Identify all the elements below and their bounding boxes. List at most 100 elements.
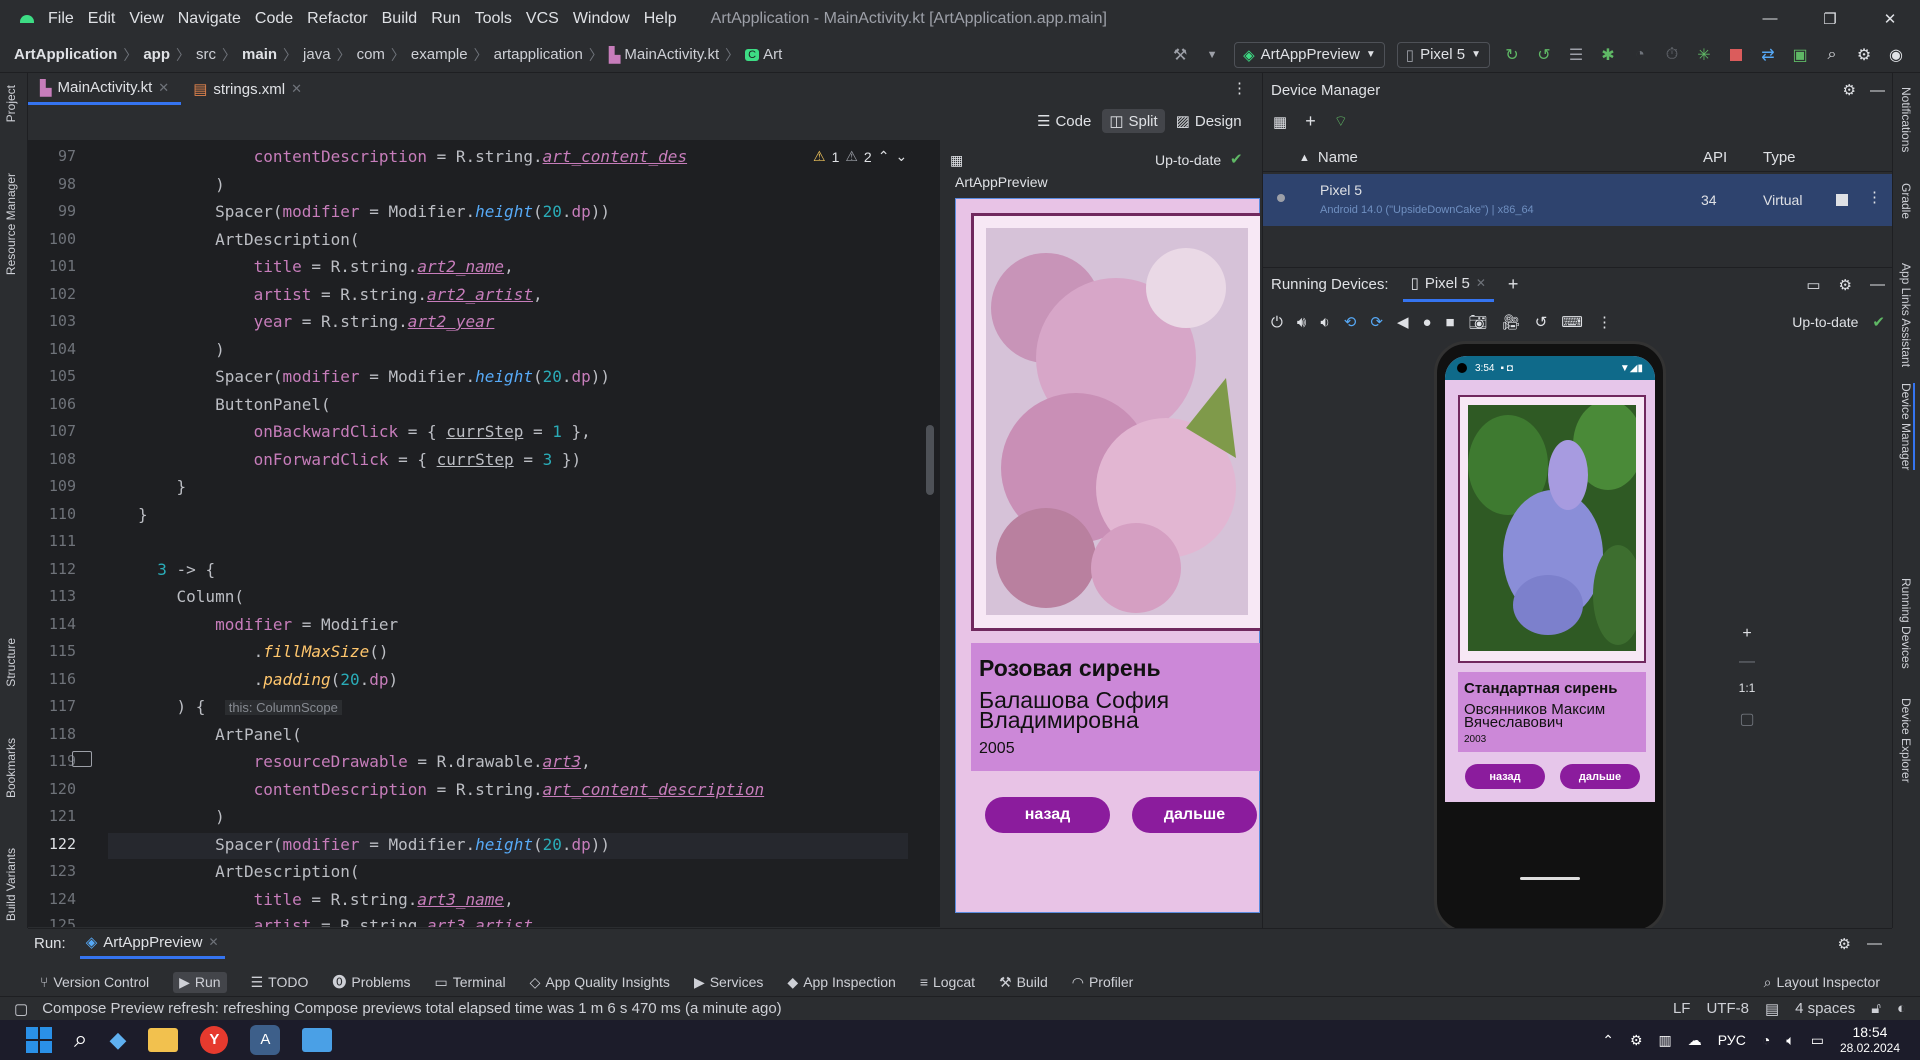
apply-changes-icon[interactable]: ↺ (1533, 44, 1555, 66)
tool-structure[interactable]: Structure (4, 638, 18, 687)
wifi-pair-icon[interactable]: ⌔ (1334, 112, 1348, 131)
tool-device-explorer[interactable]: Device Explorer (1899, 698, 1913, 783)
tool-project[interactable]: Project (4, 85, 18, 122)
stop-icon[interactable] (1725, 44, 1747, 66)
tool-app-links[interactable]: App Links Assistant (1899, 263, 1913, 367)
device-row-pixel5[interactable]: Pixel 5 Android 14.0 ("UpsideDownCake") … (1263, 174, 1893, 226)
split-mode-button[interactable]: ◫ Split (1102, 109, 1165, 133)
tab-build[interactable]: ⚒ Build (999, 974, 1048, 991)
tab-strings-xml[interactable]: ▤ strings.xml ✕ (181, 73, 314, 105)
image-gutter-icon[interactable] (72, 751, 92, 767)
menu-help[interactable]: Help (644, 10, 677, 28)
indent-setting[interactable]: 4 spaces (1795, 1000, 1855, 1017)
run-config-tab[interactable]: ◈ ArtAppPreview ✕ (79, 929, 225, 959)
battery-icon[interactable]: ▭ (1811, 1032, 1824, 1049)
overview-icon[interactable]: ■ (1446, 314, 1455, 331)
tray-cloud-icon[interactable]: ☁ (1688, 1032, 1702, 1049)
language-indicator[interactable]: РУС (1718, 1032, 1746, 1048)
settings-icon[interactable]: ⚙ (1839, 276, 1852, 294)
tool-running-devices[interactable]: Running Devices (1899, 578, 1913, 669)
more-icon[interactable]: ⋮ (1597, 313, 1612, 331)
search-icon[interactable]: ⌕ (1821, 44, 1843, 66)
settings-icon[interactable]: ⚙ (1853, 44, 1875, 66)
minimize-panel-icon[interactable]: — (1870, 82, 1885, 99)
file-encoding[interactable]: UTF-8 (1706, 1000, 1749, 1017)
line-separator[interactable]: LF (1673, 1000, 1691, 1017)
breadcrumb-com[interactable]: com (357, 46, 385, 63)
attach-debugger-icon[interactable]: ✳ (1693, 44, 1715, 66)
lock-icon[interactable]: 🔓︎ (1871, 1000, 1881, 1017)
menu-view[interactable]: View (129, 10, 163, 28)
breadcrumb-artapplication[interactable]: artapplication (494, 46, 583, 63)
menu-tools[interactable]: Tools (475, 10, 512, 28)
tool-device-manager[interactable]: Device Manager (1899, 383, 1915, 471)
home-icon[interactable]: ● (1422, 314, 1431, 331)
copilot-icon[interactable]: ◆ (109, 1027, 126, 1053)
memory-indicator-icon[interactable]: ◐ (1897, 1000, 1906, 1017)
snapshot-icon[interactable]: ↺ (1535, 313, 1548, 331)
back-nav-icon[interactable]: ◀ (1397, 313, 1409, 331)
rerun-icon[interactable]: ↻ (1501, 44, 1523, 66)
design-mode-button[interactable]: ▨ Design (1169, 109, 1249, 133)
settings-icon[interactable]: ⚙ (1843, 81, 1856, 99)
zoom-fit-icon[interactable]: ▢ (1733, 709, 1761, 737)
close-tab-icon[interactable]: ✕ (291, 81, 302, 97)
settings-icon[interactable]: ⚙ (1838, 935, 1851, 953)
restore-icon[interactable]: ❐ (1800, 10, 1860, 28)
profile-icon[interactable]: ◔ (1629, 44, 1651, 66)
hammer-icon[interactable]: ⚒ (1169, 44, 1191, 66)
minimize-icon[interactable]: — (1740, 10, 1800, 27)
tab-profiler[interactable]: ◠ Profiler (1072, 974, 1134, 991)
code-editor[interactable]: 97 98 99 100 101 102 103 104 105 106 107… (28, 140, 940, 927)
zoom-in-icon[interactable]: + (1733, 625, 1761, 653)
power-icon[interactable]: ⏻ (1271, 314, 1283, 331)
tab-mainactivity[interactable]: ▙ MainActivity.kt ✕ (28, 73, 182, 105)
device-mirror-icon[interactable]: ▣ (1789, 44, 1811, 66)
yandex-browser-icon[interactable]: Y (200, 1026, 229, 1054)
menu-window[interactable]: Window (573, 10, 630, 28)
account-icon[interactable]: ◉ (1885, 44, 1907, 66)
tab-logcat[interactable]: ≡ Logcat (920, 974, 975, 990)
preview-toolbar-icon[interactable]: ▦ (950, 152, 963, 169)
close-tab-icon[interactable]: ✕ (158, 80, 169, 96)
breadcrumb-src[interactable]: src (196, 46, 216, 63)
volume-down-icon[interactable]: 🔉︎ (1320, 314, 1329, 331)
run-config-dropdown[interactable]: ◈ ArtAppPreview ▼ (1234, 41, 1385, 68)
wifi-icon[interactable]: ◔ (1762, 1032, 1770, 1048)
breadcrumb-main[interactable]: main (242, 46, 277, 63)
chevron-up-icon[interactable]: ⌃ (878, 148, 890, 165)
tool-notifications[interactable]: Notifications (1899, 87, 1913, 152)
col-name[interactable]: Name (1318, 149, 1358, 166)
volume-icon[interactable]: 🔈︎ (1786, 1032, 1794, 1049)
next-button[interactable]: дальше (1560, 764, 1640, 789)
add-device-icon[interactable]: + (1305, 111, 1316, 132)
photos-icon[interactable] (302, 1028, 333, 1052)
phone-screen[interactable]: 3:54 ▪ ◘ ▼◢▮ Стандартная сирень Овсянник… (1445, 356, 1655, 802)
zoom-out-icon[interactable]: — (1733, 653, 1761, 681)
inspection-widget[interactable]: ⚠ 1 ⚠ 2 ⌃ ⌄ (813, 148, 907, 165)
col-api[interactable]: API (1703, 149, 1727, 166)
close-tab-icon[interactable]: ✕ (1476, 276, 1486, 290)
tab-terminal[interactable]: ▭ Terminal (435, 974, 506, 991)
chevron-up-icon[interactable]: ⌃ (1602, 1032, 1614, 1049)
editor-scrollbar[interactable] (926, 425, 934, 495)
menu-run[interactable]: Run (431, 10, 460, 28)
minimize-panel-icon[interactable]: — (1870, 276, 1885, 293)
volume-up-icon[interactable]: 🔊︎ (1297, 314, 1306, 331)
tool-bookmarks[interactable]: Bookmarks (4, 738, 18, 798)
more-run-icon[interactable]: ⏱ (1661, 44, 1683, 66)
zoom-actual-label[interactable]: 1:1 (1733, 681, 1761, 709)
tab-app-inspection[interactable]: ◆ App Inspection (787, 974, 895, 991)
sort-up-icon[interactable]: ▲ (1299, 152, 1310, 164)
debug-icon[interactable]: ✱ (1597, 44, 1619, 66)
breadcrumb-file[interactable]: MainActivity.kt (624, 46, 719, 63)
tray-settings-icon[interactable]: ⚙ (1630, 1032, 1643, 1049)
device-grid-icon[interactable]: ▦ (1273, 113, 1287, 131)
device-dropdown[interactable]: ▯ Pixel 5 ▼ (1396, 41, 1490, 68)
status-toggle-icon[interactable]: ▢ (14, 1000, 28, 1018)
close-icon[interactable]: ✕ (1860, 10, 1920, 28)
sync-gradle-icon[interactable]: ⇄ (1757, 44, 1779, 66)
tab-todo[interactable]: ☰ TODO (251, 974, 309, 991)
breadcrumb-example[interactable]: example (411, 46, 468, 63)
tab-app-quality[interactable]: ◇ App Quality Insights (530, 974, 670, 991)
